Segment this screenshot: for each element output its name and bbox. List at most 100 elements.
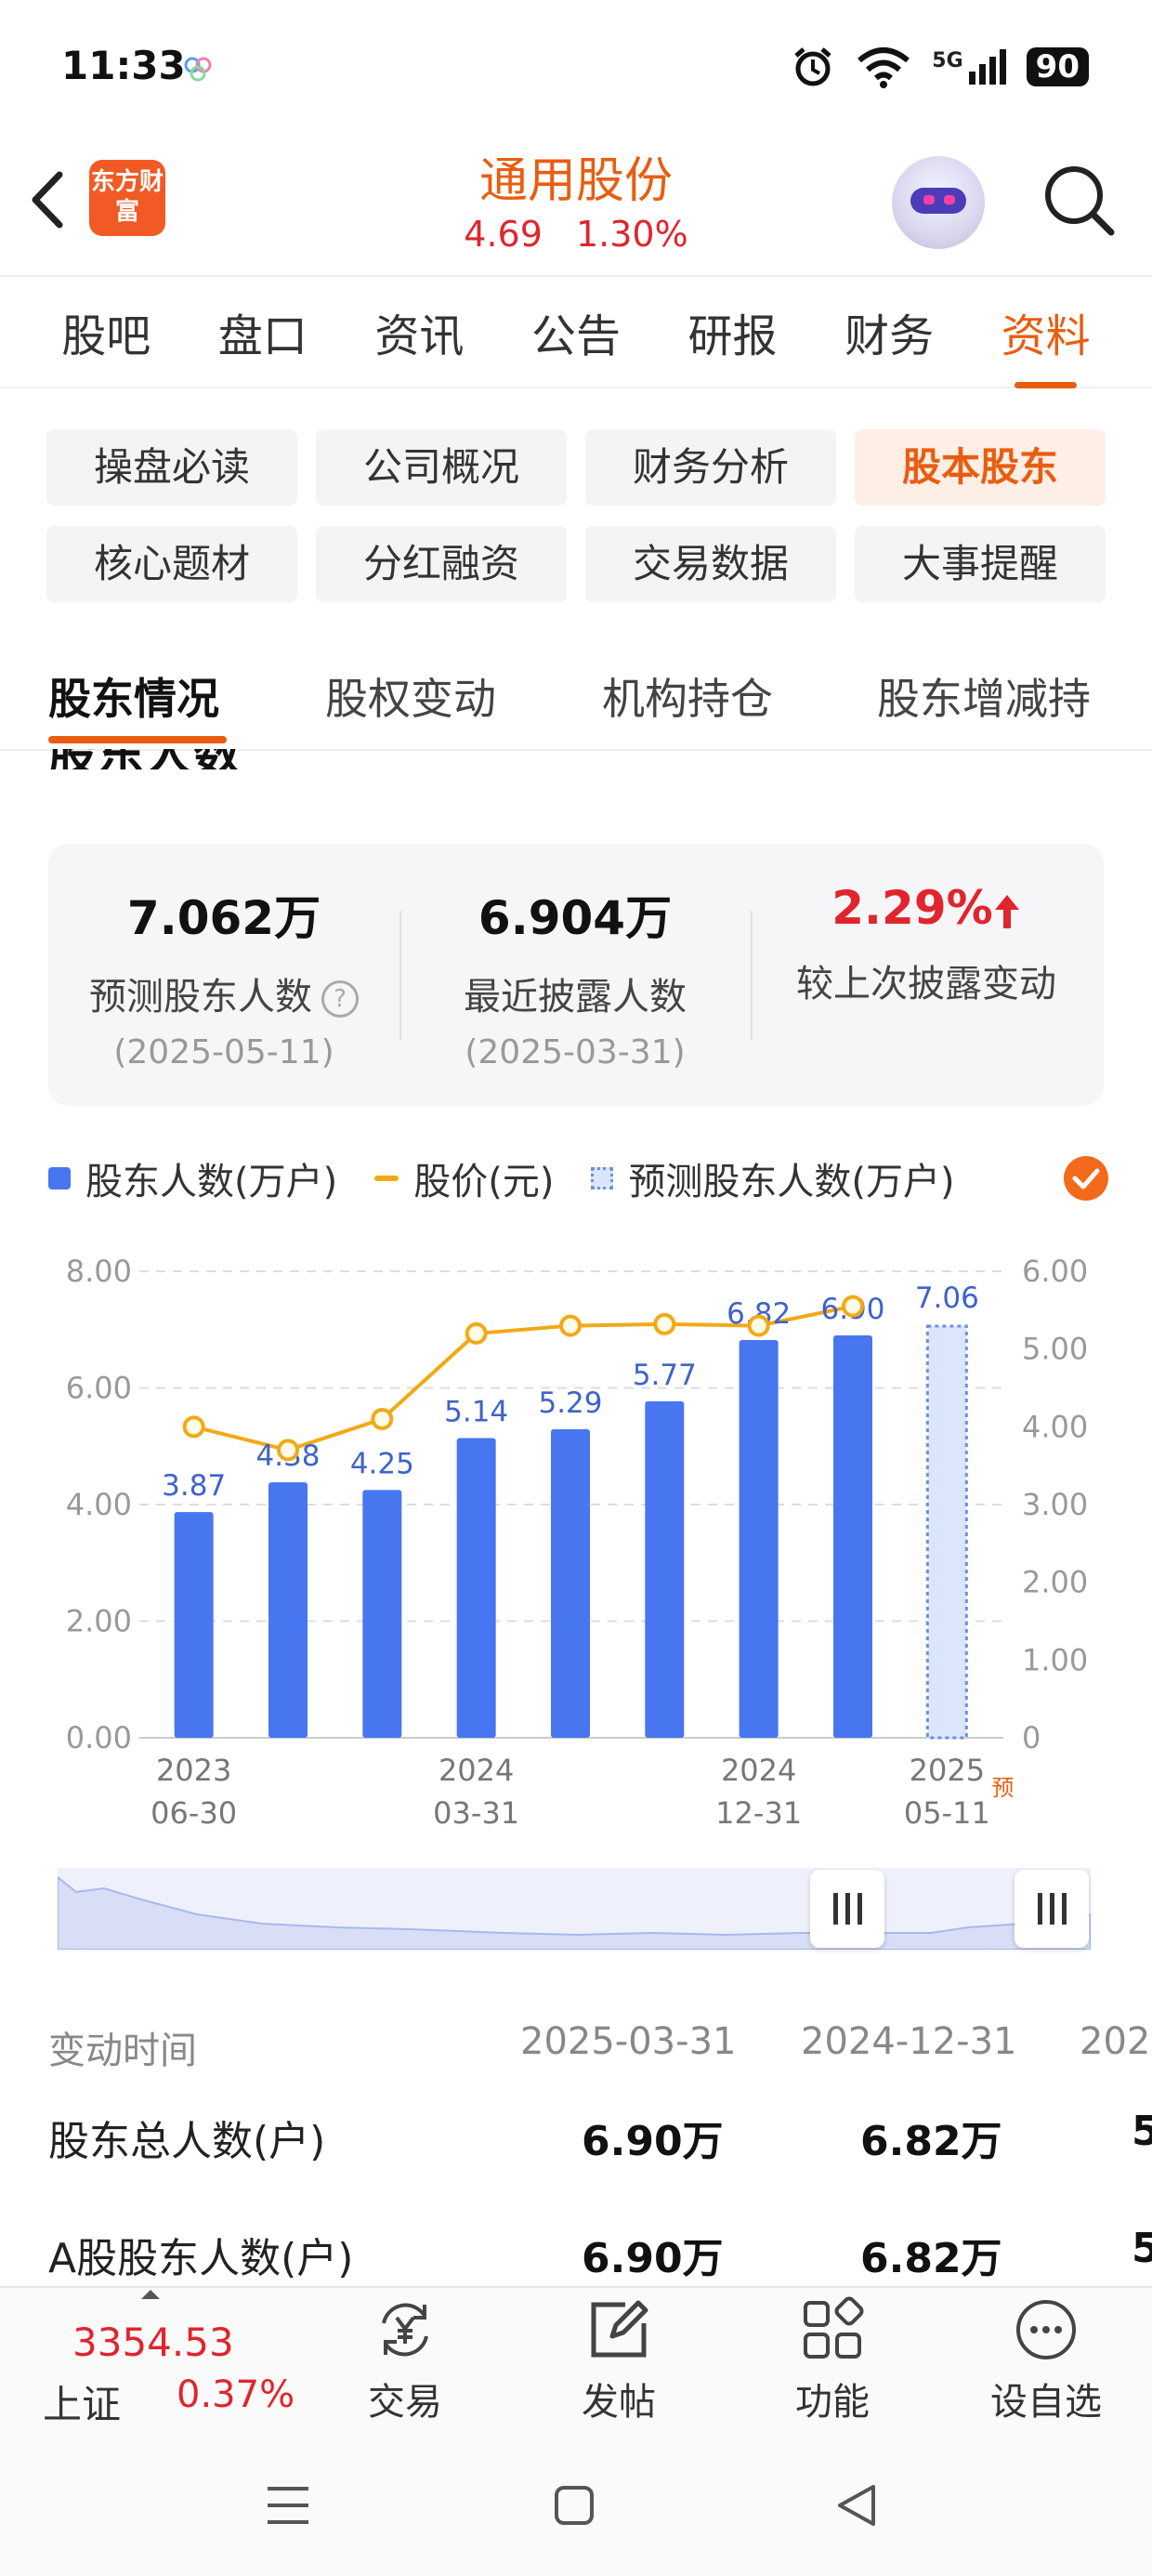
holders-data-label: 5.77 — [633, 1359, 697, 1392]
holders-bar — [645, 1400, 685, 1738]
stock-change-percent: 1.30% — [575, 214, 688, 255]
table-column-date: 2025-03-31 — [520, 2020, 737, 2063]
index-value[interactable]: 3354.53 — [72, 2320, 234, 2365]
holders-bar — [174, 1512, 214, 1738]
range-handle-right[interactable] — [1015, 1870, 1089, 1948]
trade-button[interactable]: 交易 — [340, 2295, 470, 2425]
left-axis-tick: 4.00 — [66, 1487, 132, 1522]
add-watchlist-button[interactable]: 设自选 — [981, 2295, 1111, 2425]
tab-finance[interactable]: 财务 — [844, 299, 934, 364]
tab-announcements[interactable]: 公告 — [531, 299, 621, 364]
chip-trading-data[interactable]: 交易数据 — [585, 526, 836, 602]
predicted-data-label: 7.06 — [915, 1281, 979, 1315]
tab-guba[interactable]: 股吧 — [61, 299, 151, 364]
left-axis-tick: 8.00 — [66, 1254, 132, 1289]
edit-icon — [591, 2300, 648, 2358]
chip-core-themes[interactable]: 核心题材 — [46, 526, 297, 602]
caret-up-icon[interactable] — [139, 2288, 162, 2301]
row-total-holders-label: 股东总人数(户) — [48, 2118, 326, 2165]
holders-data-label: 5.29 — [538, 1387, 602, 1420]
predicted-holders-value: 7.062万 — [126, 891, 321, 945]
chart-range-slider[interactable] — [57, 1868, 1092, 1951]
tab-profile[interactable]: 资料 — [1001, 299, 1091, 388]
home-square-icon[interactable] — [554, 2485, 595, 2526]
chip-dividends-financing[interactable]: 分红融资 — [316, 526, 567, 602]
predicted-holders-date: (2025-05-11) — [113, 1033, 334, 1071]
x-axis-year: 2024 — [721, 1753, 796, 1788]
legend-holders[interactable]: 股东人数(万户) — [48, 1151, 337, 1205]
table-cell: 6.90万 — [582, 2235, 724, 2282]
right-axis-tick: 3.00 — [1022, 1487, 1088, 1522]
subtab-equity-changes[interactable]: 股权变动 — [325, 665, 496, 727]
legend-predicted[interactable]: 预测股东人数(万户) — [591, 1151, 955, 1205]
subtab-shareholders[interactable]: 股东情况 — [48, 665, 219, 727]
x-axis-date: 05-11 — [904, 1795, 990, 1831]
more-dots-icon — [1016, 2300, 1076, 2359]
check-icon[interactable] — [1063, 1155, 1109, 1202]
top-tab-bar: 股吧 盘口 资讯 公告 研报 财务 资料 — [0, 275, 1152, 388]
x-axis-year: 2025 — [910, 1753, 985, 1788]
row-a-share-holders-label: A股股东人数(户) — [48, 2235, 354, 2282]
x-axis-year: 2024 — [439, 1753, 514, 1788]
back-triangle-icon[interactable] — [836, 2483, 877, 2528]
right-axis-tick: 6.00 — [1022, 1254, 1088, 1289]
price-point — [559, 1314, 582, 1337]
functions-button[interactable]: 功能 — [767, 2295, 897, 2425]
latest-holders-label: 最近披露人数 — [464, 976, 687, 1019]
table-column-date: 2024-12-31 — [801, 2020, 1017, 2063]
table-cell: 5 — [1132, 2108, 1152, 2155]
chip-financial-analysis[interactable]: 财务分析 — [585, 429, 836, 506]
predicted-holders-label: 预测股东人数 — [89, 976, 312, 1019]
right-axis-tick: 0 — [1022, 1720, 1041, 1755]
subtab-holding-changes[interactable]: 股东增减持 — [877, 665, 1091, 727]
status-time: 11:33 — [61, 43, 186, 88]
shareholder-stats-card: 7.062万 预测股东人数? (2025-05-11) 6.904万 最近披露人… — [48, 844, 1104, 1106]
grid-apps-icon — [804, 2296, 864, 2359]
search-icon[interactable] — [1039, 160, 1119, 240]
assistant-avatar[interactable] — [892, 156, 985, 249]
table-cell: 6.90万 — [582, 2118, 724, 2165]
menu-icon[interactable] — [266, 2485, 310, 2526]
stat-change: 2.29% 较上次披露变动 — [751, 881, 1102, 1007]
table-header-label: 变动时间 — [48, 2030, 197, 2072]
notification-app-icon — [184, 57, 212, 82]
index-change[interactable]: 0.37% — [177, 2373, 295, 2416]
post-button[interactable]: 发帖 — [554, 2295, 684, 2425]
table-cell: 5 — [1132, 2225, 1152, 2272]
left-axis-tick: 0.00 — [66, 1720, 132, 1755]
latest-holders-value: 6.904万 — [478, 891, 673, 945]
legend-price[interactable]: 股价(元) — [374, 1151, 554, 1205]
x-axis-date: 03-31 — [433, 1795, 519, 1831]
left-axis-tick: 6.00 — [66, 1371, 132, 1406]
left-axis-tick: 2.00 — [66, 1604, 132, 1639]
tab-pankou[interactable]: 盘口 — [218, 299, 308, 364]
chip-trading-guide[interactable]: 操盘必读 — [46, 429, 297, 506]
cellular-signal-icon: 5G — [932, 49, 1006, 85]
table-column-date: 2024 — [1080, 2020, 1152, 2063]
range-handle-left[interactable] — [810, 1870, 884, 1948]
tab-research[interactable]: 研报 — [688, 299, 778, 364]
chip-event-reminders[interactable]: 大事提醒 — [855, 526, 1106, 602]
section-title: 股东人数 — [48, 749, 327, 769]
price-point — [842, 1295, 864, 1318]
right-axis-tick: 2.00 — [1022, 1565, 1088, 1600]
change-label: 较上次披露变动 — [796, 963, 1056, 1005]
subtab-institutional-holdings[interactable]: 机构持仓 — [602, 665, 773, 727]
price-point — [465, 1321, 488, 1345]
x-axis-date: 06-30 — [151, 1795, 237, 1831]
x-axis-year: 2023 — [156, 1753, 231, 1788]
chip-company-overview[interactable]: 公司概况 — [316, 429, 567, 506]
shareholder-chart: 8.00 6.00 4.00 2.00 0.00 6.00 5.00 4.00 3.00 2.00… — [66, 1254, 1089, 1831]
tab-news[interactable]: 资讯 — [374, 299, 464, 364]
prediction-mark: 预 — [991, 1775, 1014, 1801]
range-overview-line — [57, 1874, 1092, 1951]
holders-data-label: 3.87 — [162, 1469, 226, 1503]
table-cell: 6.82万 — [860, 2235, 1002, 2282]
wifi-icon — [857, 47, 910, 88]
index-name[interactable]: 上证 — [43, 2373, 121, 2430]
holders-bar — [551, 1429, 590, 1738]
x-axis-date: 12-31 — [715, 1795, 802, 1831]
stat-predicted: 7.062万 预测股东人数? (2025-05-11) — [48, 881, 399, 1071]
help-icon[interactable]: ? — [321, 980, 359, 1018]
chip-share-capital[interactable]: 股本股东 — [855, 429, 1106, 506]
